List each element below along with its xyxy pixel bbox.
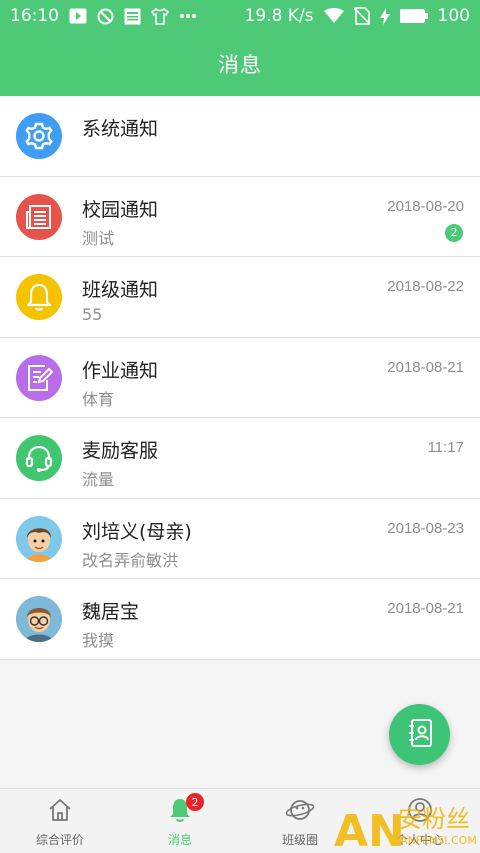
message-row-contact-liu[interactable]: 刘培义(母亲) 改名弄俞敏洪 2018-08-23 [0,499,480,579]
message-row-homework[interactable]: 作业通知 体育 2018-08-21 [0,338,480,418]
news-icon [124,8,141,25]
page-title: 消息 [218,53,262,77]
tab-label: 消息 [167,833,192,847]
newspaper-icon [16,193,62,240]
message-title: 麦励客服 [82,440,159,462]
messages-badge: 2 [186,793,204,811]
message-title: 校园通知 [82,198,159,221]
wifi-icon [323,8,344,24]
home-icon [47,797,73,827]
message-preview: 体育 [82,389,115,409]
message-row-class[interactable]: 班级通知 55 2018-08-22 [0,257,480,338]
blocked-icon [97,8,114,25]
status-time: 16:10 [10,6,59,26]
tab-evaluation[interactable]: 综合评价 [0,789,120,853]
sim-off-icon [353,7,370,25]
message-preview: 测试 [82,228,115,248]
battery-level: 100 [437,6,470,26]
message-time: 2018-08-21 [387,600,464,617]
message-preview: 55 [82,305,103,324]
boy-avatar-icon [16,515,62,562]
message-time: 2018-08-22 [387,278,464,295]
message-row-service[interactable]: 麦励客服 流量 11:17 [0,418,480,499]
unread-badge: 2 [445,223,463,242]
message-time: 2018-08-23 [387,519,464,537]
glasses-avatar-icon [16,596,62,642]
message-row-system[interactable]: 系统通知 [0,96,480,177]
tab-label: 班级圈 [281,833,318,847]
message-list: 系统通知 校园通知 测试 2018-08-20 2 班级通知 55 2018-0… [0,96,480,660]
message-time: 2018-08-20 [387,197,464,215]
headset-icon [16,435,62,481]
bell-icon [16,274,62,320]
contacts-fab-button[interactable] [389,704,450,765]
gear-icon [16,113,62,159]
more-icon [179,13,197,19]
message-title: 刘培义(母亲) [82,520,192,543]
charging-icon [379,7,390,25]
message-preview: 改名弄俞敏洪 [82,550,179,570]
edit-note-icon [16,354,62,401]
tab-class-circle[interactable]: 班级圈 [240,789,360,853]
status-bar: 16:10 19.8 K/s 100 [0,0,480,32]
message-row-school[interactable]: 校园通知 测试 2018-08-20 2 [0,177,480,257]
planet-icon [285,797,315,827]
tab-messages[interactable]: 2 消息 [120,789,240,853]
message-title: 班级通知 [82,279,159,301]
tab-profile[interactable]: 个人中心 [360,789,480,853]
tab-label: 综合评价 [35,833,84,847]
contacts-icon [406,718,434,752]
app-bar: 消息 [0,32,480,96]
video-play-icon [69,8,87,24]
network-speed: 19.8 K/s [244,6,314,26]
battery-icon [399,9,428,23]
user-icon [407,797,433,827]
bottom-nav: 综合评价 2 消息 班级圈 个人中心 [0,788,480,853]
message-title: 作业通知 [82,359,159,382]
message-preview: 流量 [82,470,115,489]
message-time: 11:17 [427,439,464,456]
message-title: 魏居宝 [82,601,140,623]
shirt-icon [151,7,169,25]
message-time: 2018-08-21 [387,358,464,376]
message-title: 系统通知 [82,118,159,140]
message-preview: 我摸 [82,631,115,650]
message-row-contact-wei[interactable]: 魏居宝 我摸 2018-08-21 [0,579,480,660]
tab-label: 个人中心 [395,833,444,847]
